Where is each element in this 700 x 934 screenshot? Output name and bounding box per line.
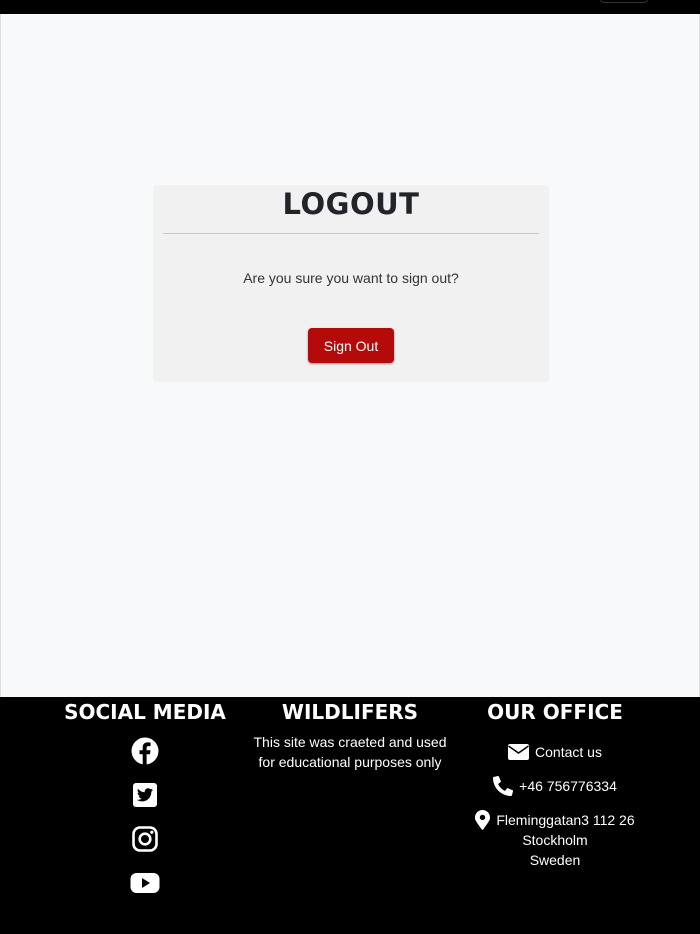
envelope-icon [508, 744, 530, 760]
map-marker-icon [475, 810, 491, 830]
divider [163, 233, 539, 234]
page-title: LOGOUT [282, 187, 420, 221]
main-content: LOGOUT Are you sure you want to sign out… [0, 14, 700, 697]
navbar-toggler-button[interactable] [600, 0, 648, 3]
instagram-icon[interactable] [130, 824, 160, 854]
address: Fleminggatan3 112 26 Stockholm Sweden [496, 810, 634, 870]
social-heading: SOCIAL MEDIA [64, 700, 226, 724]
logout-card: LOGOUT Are you sure you want to sign out… [153, 185, 549, 382]
phone-number: +46 756776334 [519, 778, 617, 794]
about-text: This site was craeted and used for educa… [245, 732, 455, 772]
office-heading: OUR OFFICE [487, 700, 623, 724]
facebook-icon[interactable] [130, 736, 160, 766]
address-line-2: Stockholm [522, 832, 588, 848]
footer-about-column: WILDLIFERS This site was craeted and use… [245, 697, 455, 772]
address-row: Fleminggatan3 112 26 Stockholm Sweden [450, 810, 660, 870]
phone-icon [493, 776, 514, 796]
brand-heading: WILDLIFERS [281, 700, 419, 724]
contact-link[interactable]: Contact us [450, 742, 660, 762]
phone-row: +46 756776334 [450, 776, 660, 796]
navbar [0, 0, 700, 14]
about-line-2: for educational purposes only [258, 754, 442, 770]
youtube-icon[interactable] [130, 868, 160, 898]
footer: SOCIAL MEDIA WILDLIFERS This site was cr… [0, 697, 700, 934]
about-line-1: This site was craeted and used [253, 734, 447, 750]
contact-label[interactable]: Contact us [535, 742, 602, 762]
confirm-message: Are you sure you want to sign out? [243, 270, 459, 286]
address-line-1: Fleminggatan3 112 26 [496, 812, 635, 828]
footer-social-column: SOCIAL MEDIA [40, 697, 250, 898]
address-line-3: Sweden [529, 852, 581, 868]
footer-office-column: OUR OFFICE Contact us +46 756776334 Flem… [450, 697, 660, 870]
sign-out-button[interactable]: Sign Out [308, 328, 394, 363]
twitter-icon[interactable] [130, 780, 160, 810]
